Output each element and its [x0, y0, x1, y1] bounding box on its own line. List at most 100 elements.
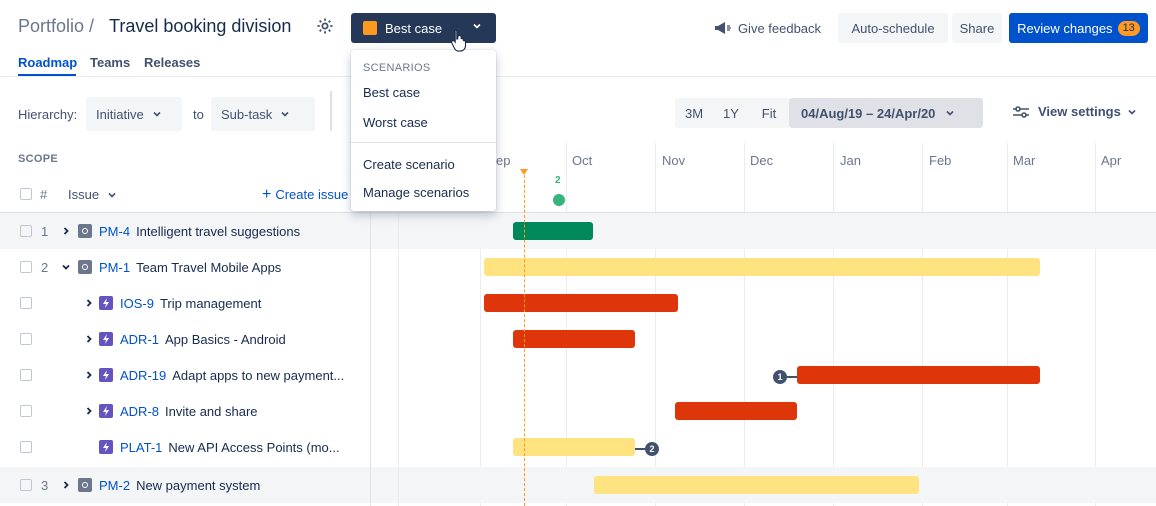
tab-teams[interactable]: Teams — [90, 55, 130, 70]
table-row[interactable]: ADR-19 Adapt apps to new payment... 1 — [0, 357, 1156, 393]
table-row[interactable]: ADR-8 Invite and share — [0, 393, 1156, 429]
dependency-badge[interactable]: 2 — [645, 442, 659, 456]
changes-count-badge: 13 — [1117, 20, 1140, 36]
row-checkbox[interactable] — [20, 261, 32, 273]
issue-column-header[interactable]: Issue — [68, 187, 117, 202]
initiative-icon — [78, 260, 92, 274]
issue-key-link[interactable]: IOS-9 — [120, 296, 154, 311]
give-feedback-button[interactable]: Give feedback — [705, 13, 830, 43]
issue-title: Team Travel Mobile Apps — [136, 259, 282, 275]
scenario-select-button[interactable]: Best case — [351, 13, 496, 43]
timeline-bar[interactable] — [675, 402, 797, 420]
share-button[interactable]: Share — [952, 13, 1002, 43]
scope-timeline-divider[interactable] — [370, 213, 371, 506]
zoom-3m-button[interactable]: 3M — [675, 98, 713, 128]
rank-number: 2 — [41, 259, 49, 275]
table-row[interactable]: 2 PM-1 Team Travel Mobile Apps — [0, 249, 1156, 285]
issue-title: App Basics - Android — [165, 331, 286, 347]
row-checkbox[interactable] — [20, 479, 32, 491]
chevron-right-icon[interactable] — [84, 406, 94, 416]
tab-roadmap[interactable]: Roadmap — [18, 55, 77, 70]
table-row[interactable]: ADR-1 App Basics - Android — [0, 321, 1156, 357]
month-nov: Nov — [662, 153, 686, 168]
row-checkbox[interactable] — [20, 405, 32, 417]
timeline-bar[interactable] — [797, 366, 1040, 384]
issue-key-link[interactable]: PLAT-1 — [120, 440, 162, 455]
issue-cell: PM-1 Team Travel Mobile Apps — [78, 249, 281, 285]
epic-icon — [99, 332, 113, 346]
row-checkbox[interactable] — [20, 441, 32, 453]
timeline-bar[interactable] — [484, 294, 678, 312]
chevron-right-icon[interactable] — [84, 370, 94, 380]
hierarchy-to-select[interactable]: Sub-task — [211, 97, 315, 131]
month-dec: Dec — [750, 153, 774, 168]
gear-icon[interactable] — [316, 17, 334, 35]
issue-title: New payment system — [136, 477, 261, 493]
chevron-down-icon — [281, 111, 289, 117]
review-changes-label: Review changes — [1017, 20, 1113, 36]
issue-cell: PLAT-1 New API Access Points (mo... — [99, 429, 340, 465]
issue-key-link[interactable]: PM-2 — [99, 478, 130, 493]
auto-schedule-button[interactable]: Auto-schedule — [838, 13, 948, 43]
timeline-bar[interactable] — [513, 438, 635, 456]
breadcrumb-portfolio[interactable]: Portfolio / — [18, 16, 94, 37]
table-row[interactable]: PLAT-1 New API Access Points (mo... 2 — [0, 429, 1156, 465]
create-issue-button[interactable]: + Create issue — [262, 186, 348, 204]
scenario-label: Best case — [385, 20, 443, 36]
row-checkbox[interactable] — [20, 369, 32, 381]
chevron-down-icon[interactable] — [61, 262, 71, 272]
tab-releases[interactable]: Releases — [144, 55, 200, 70]
hierarchy-from-select[interactable]: Initiative — [86, 97, 182, 131]
dependency-badge[interactable]: 1 — [773, 370, 787, 384]
table-row[interactable]: 3 PM-2 New payment system — [0, 467, 1156, 503]
issue-column-label: Issue — [68, 187, 100, 202]
release-count-label: 2 — [555, 175, 561, 186]
issue-key-link[interactable]: ADR-19 — [120, 368, 166, 383]
scenario-dropdown-menu: SCENARIOS Best case Worst case Create sc… — [351, 50, 496, 211]
chevron-right-icon[interactable] — [61, 480, 71, 490]
issue-key-link[interactable]: PM-4 — [99, 224, 130, 239]
chevron-right-icon[interactable] — [84, 334, 94, 344]
row-checkbox[interactable] — [20, 225, 32, 237]
chevron-right-icon[interactable] — [61, 226, 71, 236]
issue-title: Trip management — [159, 295, 262, 311]
manage-scenarios-item[interactable]: Manage scenarios — [363, 185, 469, 200]
give-feedback-label: Give feedback — [737, 20, 822, 36]
release-marker[interactable] — [553, 194, 565, 206]
dependency-line — [787, 376, 797, 378]
rank-number: 1 — [41, 223, 49, 239]
scenario-option-best-case[interactable]: Best case — [363, 85, 420, 100]
table-row[interactable]: IOS-9 Trip management — [0, 285, 1156, 321]
timeline-bar[interactable] — [513, 222, 593, 240]
zoom-1y-button[interactable]: 1Y — [713, 98, 749, 128]
rank-column-header: # — [40, 187, 48, 202]
month-mar: Mar — [1013, 153, 1036, 168]
select-all-checkbox[interactable] — [20, 188, 32, 200]
scenarios-heading: SCENARIOS — [363, 62, 431, 74]
row-checkbox[interactable] — [20, 297, 32, 309]
view-settings-button[interactable]: View settings — [1012, 104, 1137, 119]
hierarchy-to-value: Sub-task — [221, 106, 273, 122]
issue-key-link[interactable]: ADR-1 — [120, 332, 159, 347]
tabs-divider — [0, 76, 1156, 77]
create-scenario-item[interactable]: Create scenario — [363, 157, 455, 172]
epic-icon — [99, 296, 113, 310]
timeline-gutter-line — [398, 213, 399, 506]
review-changes-button[interactable]: Review changes 13 — [1009, 13, 1148, 43]
zoom-fit-button[interactable]: Fit — [749, 98, 789, 128]
date-range-select[interactable]: 04/Aug/19 – 24/Apr/20 — [789, 98, 983, 128]
row-checkbox[interactable] — [20, 333, 32, 345]
chevron-down-icon — [108, 192, 116, 198]
scenario-option-worst-case[interactable]: Worst case — [363, 115, 428, 130]
issue-key-link[interactable]: ADR-8 — [120, 404, 159, 419]
timeline-bar[interactable] — [513, 330, 635, 348]
timeline-bar[interactable] — [484, 258, 1040, 276]
table-row[interactable]: 1 PM-4 Intelligent travel suggestions — [0, 213, 1156, 249]
timeline-bar[interactable] — [594, 476, 919, 494]
issue-title: Intelligent travel suggestions — [136, 223, 301, 239]
chevron-right-icon[interactable] — [84, 298, 94, 308]
sliders-icon — [1013, 105, 1029, 118]
issue-key-link[interactable]: PM-1 — [99, 260, 130, 275]
date-range-value: 04/Aug/19 – 24/Apr/20 — [801, 105, 936, 121]
epic-icon — [99, 368, 113, 382]
